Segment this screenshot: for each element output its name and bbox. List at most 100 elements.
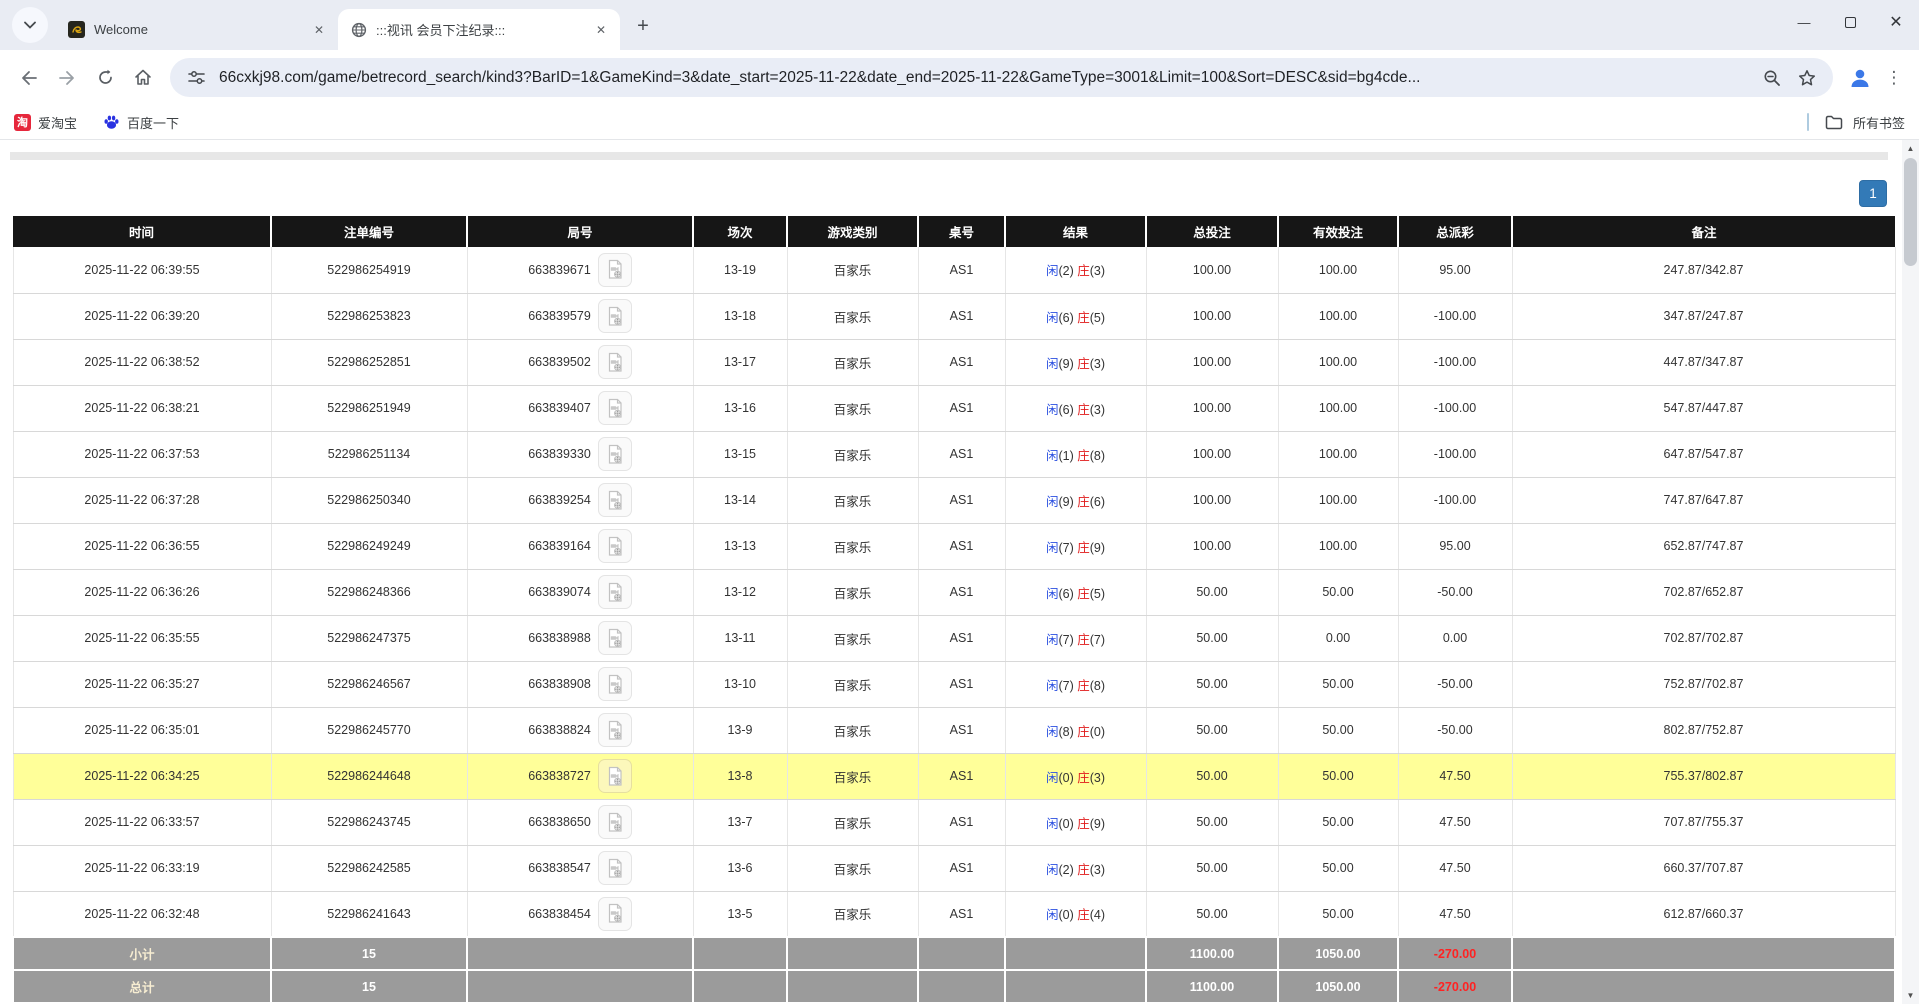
video-replay-icon: [605, 582, 625, 603]
page-content: 1 时间注单编号局号场次游戏类别桌号结果总投注有效投注总派彩备注 2025-11…: [0, 140, 1919, 1004]
total-bet-cell[interactable]: 50.00: [1146, 569, 1278, 615]
total-bet-cell[interactable]: 50.00: [1146, 753, 1278, 799]
time-cell: 2025-11-22 06:37:53: [13, 431, 271, 477]
column-header-4: 游戏类别: [787, 216, 918, 247]
zoom-icon[interactable]: [1760, 66, 1784, 90]
close-tab-icon[interactable]: ✕: [592, 21, 610, 39]
bookmarks-divider: [1807, 113, 1809, 131]
valid-bet-cell: 100.00: [1278, 477, 1398, 523]
banker-label: 庄: [1077, 403, 1090, 417]
payout-cell: 47.50: [1398, 891, 1512, 937]
game-type-cell: 百家乐: [787, 569, 918, 615]
tab-search-button[interactable]: [12, 7, 48, 43]
total-bet-cell[interactable]: 50.00: [1146, 615, 1278, 661]
video-replay-button[interactable]: [598, 391, 632, 425]
home-button[interactable]: [124, 59, 162, 97]
total-bet-cell[interactable]: 50.00: [1146, 845, 1278, 891]
bookmark-star-icon[interactable]: [1795, 66, 1819, 90]
total-bet-cell[interactable]: 50.00: [1146, 661, 1278, 707]
video-replay-button[interactable]: [598, 851, 632, 885]
column-header-7: 总投注: [1146, 216, 1278, 247]
video-replay-icon: [605, 812, 625, 833]
total-bet-cell[interactable]: 100.00: [1146, 523, 1278, 569]
video-replay-button[interactable]: [598, 667, 632, 701]
site-settings-icon[interactable]: [184, 66, 208, 90]
all-bookmarks[interactable]: 所有书签: [1807, 113, 1905, 132]
scroll-down-arrow-icon[interactable]: ▼: [1902, 987, 1919, 1004]
address-bar[interactable]: 66cxkj98.com/game/betrecord_search/kind3…: [170, 58, 1833, 97]
minimize-button[interactable]: —: [1781, 0, 1827, 44]
banker-score: (3): [1090, 863, 1105, 877]
page-1-button[interactable]: 1: [1859, 180, 1887, 207]
video-replay-button[interactable]: [598, 897, 632, 931]
valid-bet-cell: 50.00: [1278, 799, 1398, 845]
video-replay-button[interactable]: [598, 299, 632, 333]
bookmark-baidu[interactable]: 百度一下: [103, 113, 179, 132]
session-cell: 13-7: [693, 799, 787, 845]
video-replay-button[interactable]: [598, 437, 632, 471]
tab-bet-records[interactable]: :::视讯 会员下注纪录::: ✕: [338, 9, 620, 50]
vertical-scrollbar[interactable]: ▲ ▼: [1902, 140, 1919, 1004]
valid-bet-cell: 50.00: [1278, 569, 1398, 615]
back-button[interactable]: [10, 59, 48, 97]
window-controls: — ✕: [1781, 0, 1919, 44]
video-replay-button[interactable]: [598, 529, 632, 563]
total-bet-cell[interactable]: 100.00: [1146, 293, 1278, 339]
video-replay-button[interactable]: [598, 713, 632, 747]
all-bookmarks-label: 所有书签: [1853, 113, 1905, 132]
scrollbar-thumb[interactable]: [1904, 158, 1917, 266]
forward-button[interactable]: [48, 59, 86, 97]
tab-welcome[interactable]: Welcome ✕: [56, 9, 338, 50]
profile-avatar[interactable]: [1841, 59, 1879, 97]
note-cell: 660.37/707.87: [1512, 845, 1895, 891]
bookmark-taobao[interactable]: 淘 爱淘宝: [14, 113, 77, 132]
game-type-cell: 百家乐: [787, 615, 918, 661]
video-replay-button[interactable]: [598, 621, 632, 655]
video-replay-button[interactable]: [598, 805, 632, 839]
note-cell: 247.87/342.87: [1512, 247, 1895, 293]
maximize-button[interactable]: [1827, 0, 1873, 44]
total-bet-cell[interactable]: 100.00: [1146, 247, 1278, 293]
close-tab-icon[interactable]: ✕: [310, 21, 328, 39]
session-cell: 13-12: [693, 569, 787, 615]
time-cell: 2025-11-22 06:36:55: [13, 523, 271, 569]
total-bet-cell[interactable]: 50.00: [1146, 707, 1278, 753]
video-replay-button[interactable]: [598, 575, 632, 609]
total-bet-cell[interactable]: 50.00: [1146, 891, 1278, 937]
session-cell: 13-5: [693, 891, 787, 937]
total-bet-cell[interactable]: 100.00: [1146, 339, 1278, 385]
refresh-button[interactable]: [86, 59, 124, 97]
round-cell: 663838454: [467, 891, 693, 937]
note-cell: 707.87/755.37: [1512, 799, 1895, 845]
banker-label: 庄: [1077, 863, 1090, 877]
payout-cell: 95.00: [1398, 523, 1512, 569]
video-replay-button[interactable]: [598, 253, 632, 287]
back-arrow-icon: [20, 70, 38, 86]
player-score: (9): [1058, 357, 1077, 371]
banker-score: (6): [1090, 495, 1105, 509]
scroll-up-arrow-icon[interactable]: ▲: [1902, 140, 1919, 157]
video-replay-button[interactable]: [598, 759, 632, 793]
total-bet-cell[interactable]: 100.00: [1146, 385, 1278, 431]
payout-cell: 95.00: [1398, 247, 1512, 293]
total-bet-cell[interactable]: 50.00: [1146, 799, 1278, 845]
url-text[interactable]: 66cxkj98.com/game/betrecord_search/kind3…: [219, 69, 1749, 87]
new-tab-button[interactable]: +: [628, 11, 658, 41]
round-id: 663839671: [528, 263, 591, 277]
valid-bet-cell: 100.00: [1278, 293, 1398, 339]
welcome-tab-favicon: [68, 21, 85, 38]
round-id: 663839074: [528, 585, 591, 599]
total-bet-cell[interactable]: 100.00: [1146, 477, 1278, 523]
time-cell: 2025-11-22 06:39:55: [13, 247, 271, 293]
close-window-button[interactable]: ✕: [1873, 0, 1919, 44]
player-score: (1): [1058, 449, 1077, 463]
banker-score: (9): [1090, 817, 1105, 831]
video-replay-button[interactable]: [598, 345, 632, 379]
table-row: 2025-11-22 06:37:28522986250340663839254…: [13, 477, 1895, 523]
total-bet-cell[interactable]: 100.00: [1146, 431, 1278, 477]
video-replay-icon: [605, 352, 625, 373]
browser-menu-button[interactable]: ⋮: [1879, 59, 1909, 97]
player-label: 闲: [1046, 725, 1059, 739]
table-row: 2025-11-22 06:33:19522986242585663838547…: [13, 845, 1895, 891]
video-replay-button[interactable]: [598, 483, 632, 517]
